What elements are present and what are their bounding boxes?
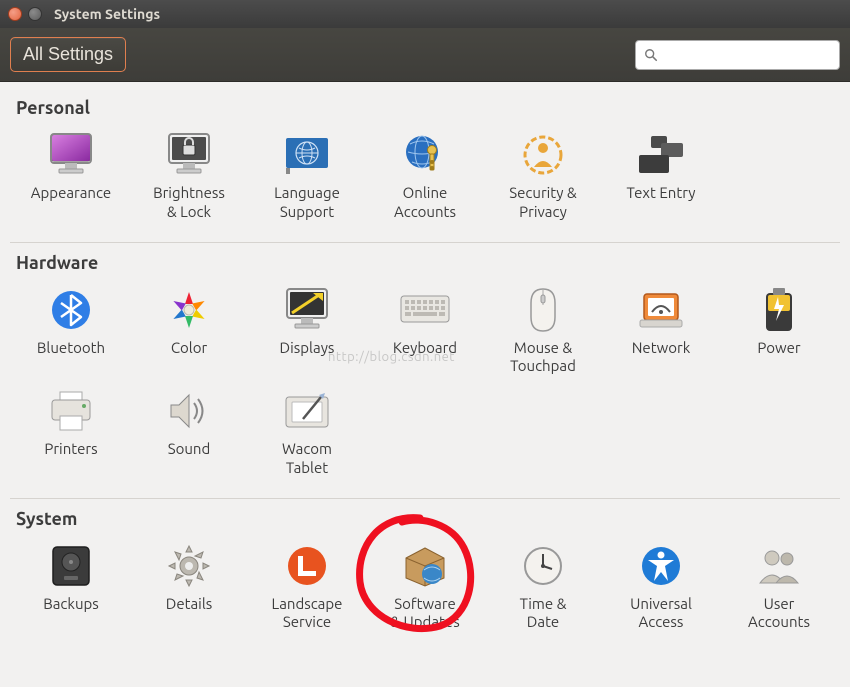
tile-mouse-touchpad[interactable]: Mouse & Touchpad xyxy=(484,279,602,381)
online-accounts-icon xyxy=(400,130,450,180)
tile-label: Security & Privacy xyxy=(509,184,576,222)
brightness-lock-icon xyxy=(164,130,214,180)
tile-label: Details xyxy=(166,595,213,614)
tile-backups[interactable]: Backups xyxy=(12,535,130,637)
minimize-icon[interactable] xyxy=(28,7,42,21)
user-accounts-icon xyxy=(754,541,804,591)
details-icon xyxy=(164,541,214,591)
tile-label: Backups xyxy=(43,595,99,614)
language-support-icon xyxy=(282,130,332,180)
tile-label: User Accounts xyxy=(748,595,810,633)
tile-label: Printers xyxy=(44,440,97,459)
tile-online-accounts[interactable]: Online Accounts xyxy=(366,124,484,226)
tile-network[interactable]: Network xyxy=(602,279,720,381)
close-icon[interactable] xyxy=(8,7,22,21)
tile-language-support[interactable]: Language Support xyxy=(248,124,366,226)
tile-software-updates[interactable]: Software & Updates xyxy=(366,535,484,637)
software-updates-icon xyxy=(400,541,450,591)
tile-printers[interactable]: Printers xyxy=(12,380,130,482)
security-privacy-icon xyxy=(518,130,568,180)
tile-label: Text Entry xyxy=(627,184,696,203)
grid-system: Backups Details xyxy=(10,533,840,647)
appearance-icon xyxy=(46,130,96,180)
toolbar: All Settings xyxy=(0,28,850,82)
tile-label: Network xyxy=(632,339,691,358)
search-input-wrap[interactable] xyxy=(635,40,840,70)
tile-label: Language Support xyxy=(274,184,340,222)
text-entry-icon xyxy=(636,130,686,180)
section-title-personal: Personal xyxy=(16,98,840,118)
tile-label: Mouse & Touchpad xyxy=(510,339,576,377)
tile-power[interactable]: Power xyxy=(720,279,838,381)
tile-label: Brightness & Lock xyxy=(153,184,225,222)
tile-label: Wacom Tablet xyxy=(282,440,332,478)
search-icon xyxy=(644,48,658,62)
backups-icon xyxy=(46,541,96,591)
tile-label: Universal Access xyxy=(630,595,692,633)
grid-personal: Appearance Brightness & Lock xyxy=(10,122,840,236)
tile-label: Sound xyxy=(168,440,211,459)
universal-access-icon xyxy=(636,541,686,591)
tile-security-privacy[interactable]: Security & Privacy xyxy=(484,124,602,226)
titlebar: System Settings xyxy=(0,0,850,28)
tile-label: Color xyxy=(171,339,207,358)
tile-text-entry[interactable]: Text Entry xyxy=(602,124,720,226)
grid-hardware: Bluetooth Color xyxy=(10,277,840,492)
tile-label: Software & Updates xyxy=(390,595,459,633)
tile-details[interactable]: Details xyxy=(130,535,248,637)
tile-label: Displays xyxy=(280,339,335,358)
keyboard-icon xyxy=(400,285,450,335)
window-title: System Settings xyxy=(54,6,160,22)
tile-label: Time & Date xyxy=(520,595,567,633)
tile-keyboard[interactable]: Keyboard xyxy=(366,279,484,381)
sound-icon xyxy=(164,386,214,436)
divider xyxy=(10,242,840,243)
tile-label: Keyboard xyxy=(393,339,457,358)
section-title-hardware: Hardware xyxy=(16,253,840,273)
power-icon xyxy=(754,285,804,335)
displays-icon xyxy=(282,285,332,335)
tile-universal-access[interactable]: Universal Access xyxy=(602,535,720,637)
tile-label: Bluetooth xyxy=(37,339,105,358)
tile-displays[interactable]: Displays xyxy=(248,279,366,381)
bluetooth-icon xyxy=(46,285,96,335)
tile-user-accounts[interactable]: User Accounts xyxy=(720,535,838,637)
wacom-tablet-icon xyxy=(282,386,332,436)
tile-landscape-service[interactable]: Landscape Service xyxy=(248,535,366,637)
divider xyxy=(10,498,840,499)
color-icon xyxy=(164,285,214,335)
tile-label: Landscape Service xyxy=(272,595,343,633)
time-date-icon xyxy=(518,541,568,591)
section-title-system: System xyxy=(16,509,840,529)
tile-time-date[interactable]: Time & Date xyxy=(484,535,602,637)
tile-label: Power xyxy=(757,339,800,358)
tile-label: Online Accounts xyxy=(394,184,456,222)
tile-color[interactable]: Color xyxy=(130,279,248,381)
tile-sound[interactable]: Sound xyxy=(130,380,248,482)
tile-appearance[interactable]: Appearance xyxy=(12,124,130,226)
printers-icon xyxy=(46,386,96,436)
tile-bluetooth[interactable]: Bluetooth xyxy=(12,279,130,381)
settings-content: Personal Appearance xyxy=(0,82,850,687)
network-icon xyxy=(636,285,686,335)
all-settings-button[interactable]: All Settings xyxy=(10,37,126,72)
search-input[interactable] xyxy=(664,47,831,62)
landscape-service-icon xyxy=(282,541,332,591)
tile-wacom-tablet[interactable]: Wacom Tablet xyxy=(248,380,366,482)
mouse-icon xyxy=(518,285,568,335)
tile-brightness-lock[interactable]: Brightness & Lock xyxy=(130,124,248,226)
tile-label: Appearance xyxy=(31,184,111,203)
